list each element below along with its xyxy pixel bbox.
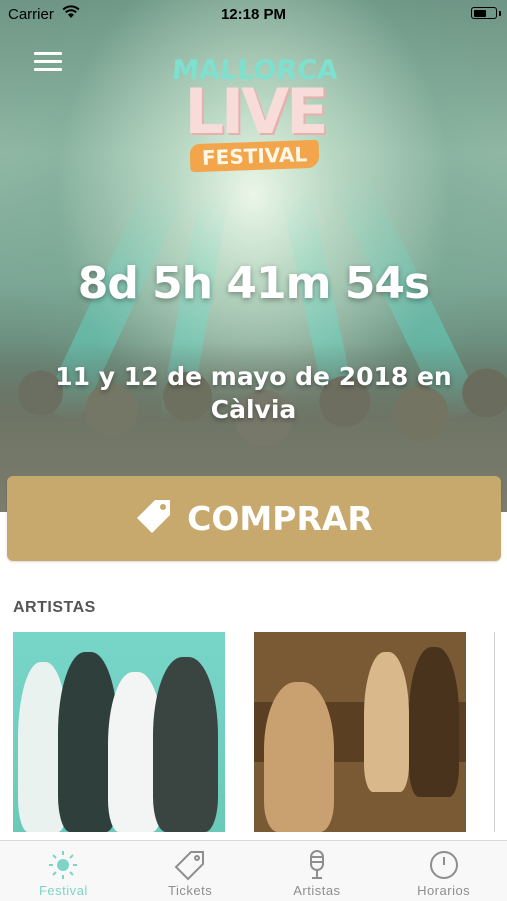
clock-icon — [428, 849, 460, 881]
buy-button-label: COMPRAR — [187, 499, 373, 538]
artists-section-title: ARTISTAS — [13, 599, 96, 616]
microphone-icon — [301, 849, 333, 881]
logo-line-mallorca: MALLORCA — [171, 55, 339, 86]
festival-logo: MALLORCA LIVE FESTIVAL — [160, 55, 350, 195]
tab-label: Artistas — [293, 883, 341, 898]
tab-horarios[interactable]: Horarios — [380, 841, 507, 901]
sun-icon — [47, 849, 79, 881]
tab-label: Festival — [38, 883, 88, 898]
tab-label: Horarios — [417, 883, 471, 898]
tab-festival[interactable]: Festival — [0, 841, 127, 901]
buy-button[interactable]: COMPRAR — [7, 476, 501, 561]
battery-icon — [471, 7, 501, 19]
hamburger-menu-icon[interactable] — [34, 52, 62, 72]
ticket-tag-icon — [174, 849, 206, 881]
logo-line-festival: FESTIVAL — [189, 139, 321, 173]
tab-bar: Festival Tickets Artistas Horarios — [0, 840, 507, 901]
artist-card[interactable] — [13, 632, 225, 832]
logo-line-live: LIVE — [184, 75, 329, 148]
tab-artistas[interactable]: Artistas — [254, 841, 381, 901]
tab-tickets[interactable]: Tickets — [127, 841, 254, 901]
artist-card[interactable] — [494, 632, 507, 832]
status-bar: Carrier 12:18 PM — [0, 0, 507, 30]
countdown-timer: 8d 5h 41m 54s — [77, 258, 431, 309]
artist-card[interactable] — [254, 632, 466, 832]
tab-label: Tickets — [168, 883, 213, 898]
artists-carousel[interactable] — [0, 632, 507, 832]
event-date: 11 y 12 de mayo de 2018 en Càlvia — [55, 362, 452, 424]
tag-icon — [135, 497, 173, 540]
status-time: 12:18 PM — [220, 6, 287, 23]
